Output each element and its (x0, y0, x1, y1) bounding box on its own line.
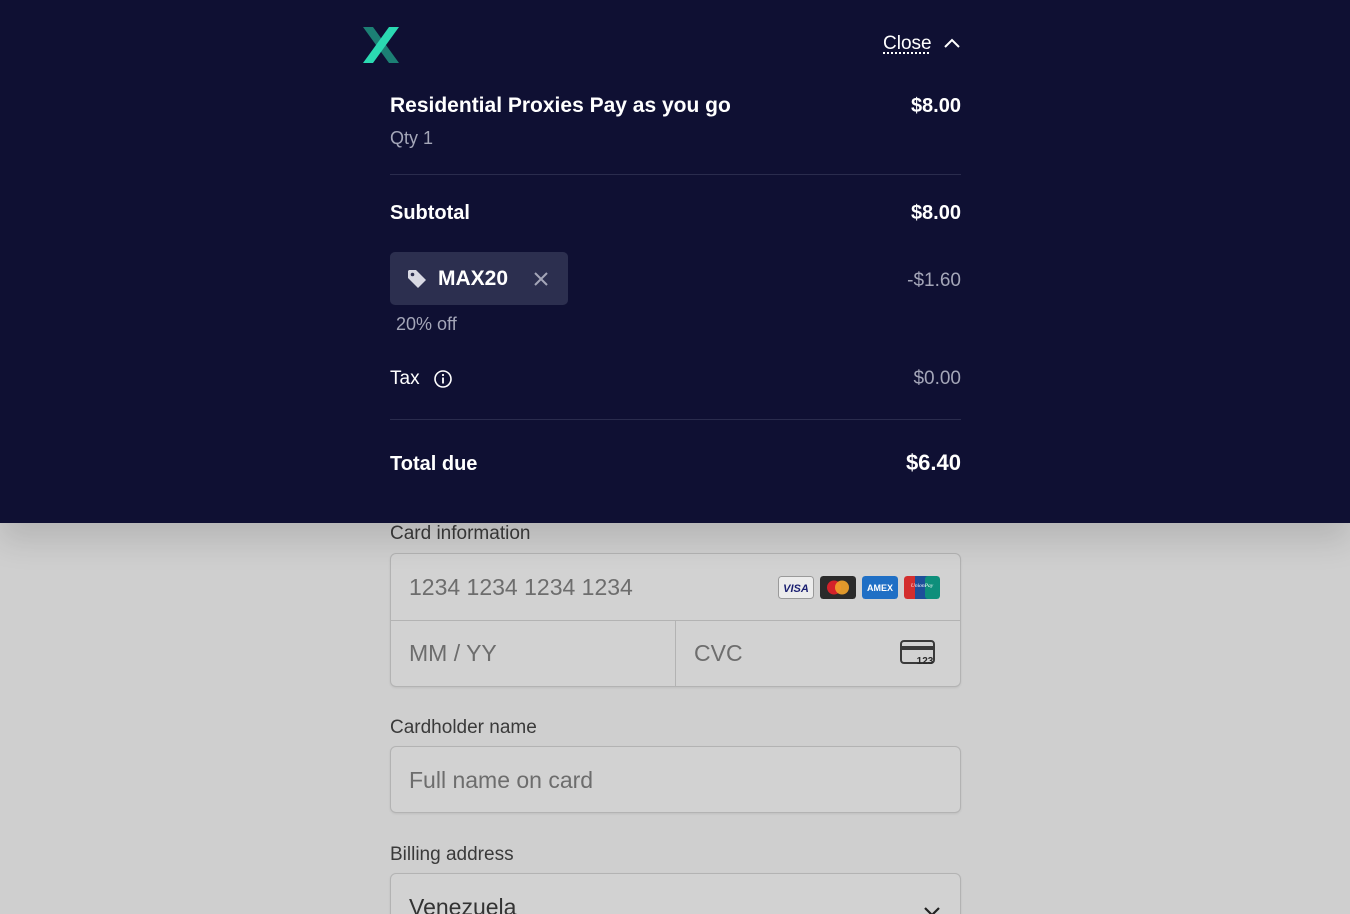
tax-label: Tax (390, 368, 420, 390)
cvc-input[interactable]: CVC 123 (676, 620, 960, 686)
tax-label-group: Tax (390, 368, 453, 390)
unionpay-icon: UnionPay (904, 576, 940, 599)
svg-text:UnionPay: UnionPay (911, 583, 934, 589)
order-summary-panel: Close Residential Proxies Pay as you go … (0, 0, 1350, 523)
svg-text:123: 123 (917, 656, 934, 667)
subtotal-row: Subtotal $8.00 (390, 202, 961, 225)
subtotal-label: Subtotal (390, 202, 470, 225)
total-label: Total due (390, 453, 477, 476)
svg-text:VISA: VISA (783, 583, 809, 595)
brand-logo-icon (359, 23, 403, 67)
cvc-card-icon: 123 (900, 640, 936, 668)
divider (390, 419, 961, 420)
country-select[interactable]: Venezuela (390, 873, 961, 914)
card-brands: VISA AMEX UnionPay (778, 576, 940, 599)
divider (390, 174, 961, 175)
tax-value: $0.00 (913, 368, 961, 390)
total-value: $6.40 (906, 450, 961, 476)
expiry-input[interactable]: MM / YY (391, 620, 676, 686)
expiry-placeholder: MM / YY (409, 640, 497, 667)
promo-code-chip: MAX20 (390, 252, 568, 305)
chevron-down-icon (922, 901, 942, 914)
discount-description: 20% off (396, 314, 457, 335)
cardholder-placeholder: Full name on card (409, 767, 593, 794)
amex-icon: AMEX (862, 576, 898, 599)
discount-amount: -$1.60 (907, 270, 961, 292)
chevron-up-icon (942, 34, 962, 54)
card-number-placeholder: 1234 1234 1234 1234 (409, 574, 633, 601)
promo-code: MAX20 (438, 267, 508, 291)
billing-address-label: Billing address (390, 844, 514, 866)
cardholder-name-input[interactable]: Full name on card (390, 746, 961, 813)
tag-icon (407, 269, 427, 289)
item-quantity: Qty 1 (390, 128, 433, 149)
tax-row: Tax $0.00 (390, 368, 961, 390)
subtotal-value: $8.00 (911, 202, 961, 225)
total-row: Total due $6.40 (390, 450, 961, 476)
remove-promo-close-icon[interactable] (532, 270, 550, 288)
close-label: Close (883, 33, 932, 55)
close-summary-button[interactable]: Close (883, 33, 962, 55)
visa-icon: VISA (778, 576, 814, 599)
cvc-placeholder: CVC (694, 640, 743, 667)
card-information-box: 1234 1234 1234 1234 VISA AMEX UnionPay M… (390, 553, 961, 687)
mastercard-icon (820, 576, 856, 599)
info-icon[interactable] (433, 369, 453, 389)
cardholder-name-label: Cardholder name (390, 717, 537, 739)
line-item: Residential Proxies Pay as you go $8.00 (390, 94, 961, 118)
item-price: $8.00 (911, 95, 961, 118)
item-name: Residential Proxies Pay as you go (390, 94, 731, 118)
card-number-input[interactable]: 1234 1234 1234 1234 VISA AMEX UnionPay (391, 554, 960, 621)
country-select-value: Venezuela (409, 894, 516, 914)
svg-text:AMEX: AMEX (867, 583, 893, 593)
card-information-label: Card information (390, 523, 530, 545)
